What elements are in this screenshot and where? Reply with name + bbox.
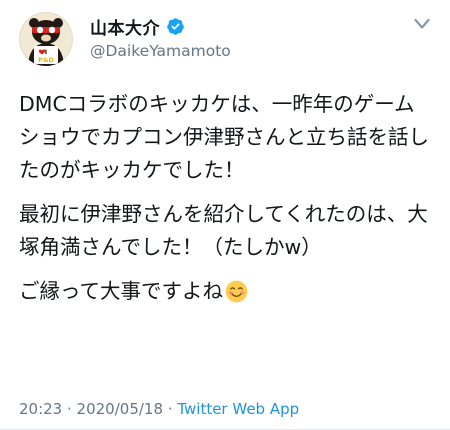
chevron-down-icon[interactable] [414, 18, 430, 30]
handle[interactable]: @DaikeYamamoto [90, 42, 231, 60]
tweet-paragraph: DMCコラボのキッカケは、一昨年のゲームショウでカプコン伊津野さんと立ち話を話し… [19, 92, 429, 182]
tweet-time[interactable]: 20:23 [19, 400, 62, 418]
tweet-text: DMCコラボのキッカケは、一昨年のゲームショウでカプコン伊津野さんと立ち話を話し… [19, 88, 431, 319]
meta-separator: · [62, 400, 77, 418]
bear-mascot-icon: I P&D [28, 18, 64, 66]
author-name-row: 山本大介 [90, 14, 231, 39]
meta-separator: · [163, 400, 178, 418]
tweet-paragraph-text: ご縁って大事ですよね [19, 279, 223, 303]
tweet-date[interactable]: 2020/05/18 [77, 400, 163, 418]
tweet-source-link[interactable]: Twitter Web App [177, 400, 299, 418]
tweet-card: I P&D 山本大介 @DaikeYamamoto DMCコラボのキッカケは、一… [0, 0, 450, 430]
author-block: 山本大介 @DaikeYamamoto [90, 14, 231, 60]
avatar[interactable]: I P&D [19, 12, 73, 66]
svg-text:I: I [45, 48, 47, 56]
tweet-paragraph: 最初に伊津野さんを紹介してくれたのは、大塚角満さんでした！（たしかw） [19, 202, 428, 259]
tweet-meta: 20:23 · 2020/05/18 · Twitter Web App [19, 400, 299, 418]
verified-badge-icon [167, 17, 184, 35]
smiling-face-emoji-icon [225, 280, 248, 303]
display-name[interactable]: 山本大介 [90, 14, 160, 39]
svg-text:P&D: P&D [38, 56, 54, 64]
tweet-paragraph-last: ご縁って大事ですよね [19, 275, 431, 308]
